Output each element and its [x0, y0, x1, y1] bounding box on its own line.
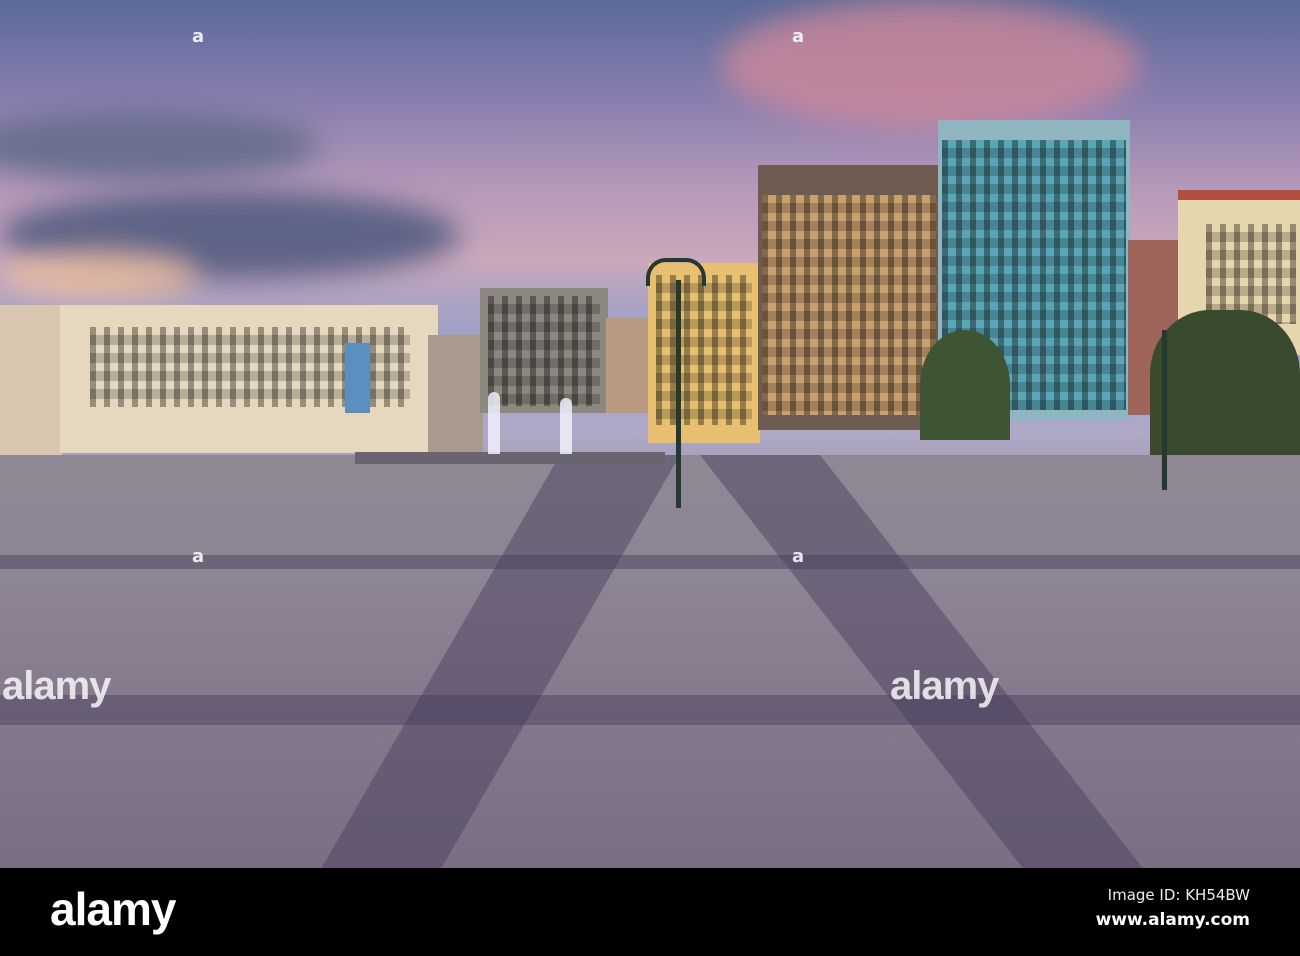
cloud: [0, 110, 320, 180]
watermark-mark: a: [192, 546, 205, 567]
alamy-logo: alamy: [50, 883, 176, 935]
image-id: Image ID: KH54BW: [1107, 886, 1250, 904]
plaza-pavement: [0, 455, 1300, 868]
fountain-jet: [488, 392, 500, 454]
lamppost: [676, 280, 681, 508]
banner: [345, 343, 370, 413]
cloud: [0, 250, 200, 300]
pavement-band: [321, 455, 680, 868]
yellow-building: [648, 263, 760, 443]
building-left-edge: [0, 305, 62, 455]
lamppost: [1162, 330, 1167, 490]
building-mid: [428, 335, 483, 453]
trees-right: [1150, 310, 1300, 470]
pavement-band: [700, 455, 1143, 868]
watermark-mark: a: [792, 546, 805, 567]
fountain-jet: [560, 398, 572, 454]
windows: [762, 195, 936, 415]
footer-bar: alamy Image ID: KH54BW www.alamy.com: [0, 868, 1300, 956]
site-url: www.alamy.com: [1095, 910, 1250, 930]
brown-office-building: [758, 165, 940, 430]
city-hall: [60, 305, 438, 453]
lamppost-head: [646, 258, 706, 286]
watermark-text: alamy: [2, 664, 111, 708]
building-tan: [606, 318, 650, 413]
fountain: [355, 452, 665, 464]
windows: [488, 296, 600, 406]
pavement-band: [0, 695, 1300, 725]
windows: [656, 275, 752, 425]
photo-athens-kotzia-square: a a a a alamy alamy: [0, 0, 1300, 868]
watermark-mark: a: [192, 26, 205, 47]
watermark-mark: a: [792, 26, 805, 47]
trees-center: [920, 330, 1010, 440]
watermark-text: alamy: [890, 664, 999, 708]
windows: [1206, 224, 1296, 324]
cloud: [720, 0, 1140, 130]
